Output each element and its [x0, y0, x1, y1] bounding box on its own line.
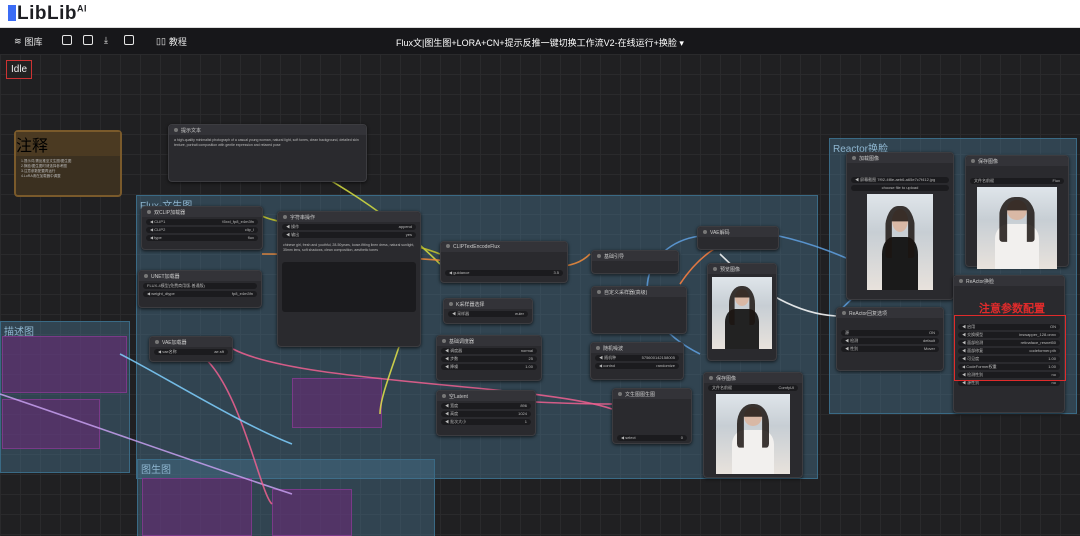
vae-decode-node[interactable]: VAE解码: [697, 226, 779, 250]
clip2-widget[interactable]: ◀ CLIP2 clip_l: [146, 227, 258, 233]
reactor-options-node[interactable]: ReActor回复选项 源 ON ◀ 检测 default ◀ 性别 Mover: [836, 307, 944, 371]
preview-image-node[interactable]: 预览图像: [707, 263, 777, 361]
workflow-title[interactable]: Flux文|图生图+LORA+CN+提示反推一键切换工作流V2-在线运行+换脸 …: [0, 36, 1080, 49]
annotation-label: 注意参数配置: [979, 303, 1045, 315]
type-widget[interactable]: ◀ type flux: [146, 235, 258, 241]
clip-text-encode-node[interactable]: CLIPTextEncodeFlux ◀ guidance 3.5: [440, 241, 568, 283]
vae-name-widget[interactable]: ◀ vae名称 ae.sft: [154, 349, 228, 355]
preview-image: [712, 277, 772, 349]
source-face-image: [867, 194, 933, 290]
wire: [119, 353, 293, 445]
prompt-text-node[interactable]: 提示文本 a high-quality minimalist photograp…: [168, 124, 367, 182]
clip1-widget[interactable]: ◀ CLIP1 t5xxl_fp8_e4m3fn: [146, 219, 258, 225]
string-content[interactable]: chinese girl, fresh and youthful, 28-50y…: [278, 240, 420, 256]
wire: [535, 401, 613, 405]
latent-switch-node[interactable]: 文生图图生图 ◀ select 0: [612, 388, 692, 444]
dual-clip-loader-node[interactable]: 双CLIP加载器 ◀ CLIP1 t5xxl_fp8_e4m3fn ◀ CLIP2…: [141, 206, 263, 250]
string-operation-node[interactable]: 字符串操作 ◀ 操作 append ◀ 输出 yes chinese girl, f…: [277, 211, 421, 347]
liblib-logo[interactable]: LibLibAI: [8, 3, 87, 25]
save-image-node[interactable]: 保存图像 文件名前缀 ComfyUI: [703, 372, 803, 478]
wire: [199, 353, 273, 505]
wire: [232, 348, 613, 410]
random-noise-node[interactable]: 随机噪波 ◀ 随机种 575600142158005 ◀ control rando…: [590, 342, 684, 380]
logo-mark-icon: [8, 5, 16, 21]
flux-guidance-node[interactable]: 基础引导: [591, 250, 679, 274]
k-sampler-select-node[interactable]: K采样器选择 ◀ 采样器 euler: [443, 298, 533, 324]
toolbar: ≋ 图库 ⤓ ▯▯ 教程 Flux文|图生图+LORA+CN+提示反推一键切换工作流…: [0, 28, 1080, 54]
string-input-area[interactable]: [282, 262, 416, 312]
save-image-node-2[interactable]: 保存图像 文件名前缀 Flux: [965, 155, 1069, 269]
unet-loader-node[interactable]: UNET加载器 FLUX-4模型(免费商用版-普通版) ◀ weight_dty…: [138, 270, 262, 308]
note-text: 1.提示词,需反推至文生图/图生图 2.换脸/图生图时请选择参考图 3.注意参数配置…: [21, 159, 72, 178]
weight-dtype-widget[interactable]: ◀ weight_dtype fp8_e4m3fn: [143, 291, 257, 297]
load-image-node[interactable]: 加载图像 ◀ 屏幕截图 7f92-4f8e-aeb6-a65e7c7f412.j…: [846, 152, 954, 300]
note-node[interactable]: 注释 1.提示词,需反推至文生图/图生图 2.换脸/图生图时请选择参考图 3.注意参…: [14, 130, 122, 197]
face-swap-result-image: [977, 187, 1057, 269]
vae-loader-node[interactable]: VAE加载器 ◀ vae名称 ae.sft: [149, 336, 233, 362]
custom-sampler-node[interactable]: 自定义采样器(高级): [591, 286, 687, 334]
unet-widget[interactable]: FLUX-4模型(免费商用版-普通版): [143, 283, 257, 289]
upload-button[interactable]: choose file to upload: [851, 185, 949, 191]
status-indicator: Idle: [6, 60, 33, 79]
top-header: LibLibAI: [0, 0, 1080, 28]
empty-latent-node[interactable]: 空Latent ◀ 宽度 896 ◀ 高度 1024 ◀ 批次大小 1: [436, 390, 536, 436]
node-canvas[interactable]: Flux-文生图 Reactor换脸 描述图 图生图 Idle 注释 1.提示词…: [0, 54, 1080, 536]
prompt-content[interactable]: a high-quality minimalist photograph of …: [169, 135, 366, 151]
highlight-box: [954, 315, 1066, 381]
basic-scheduler-node[interactable]: 基础调度器 ◀ 调度器 normal ◀ 步数 25 ◀ 降噪 1.00: [436, 335, 542, 381]
saved-image: [716, 394, 790, 474]
